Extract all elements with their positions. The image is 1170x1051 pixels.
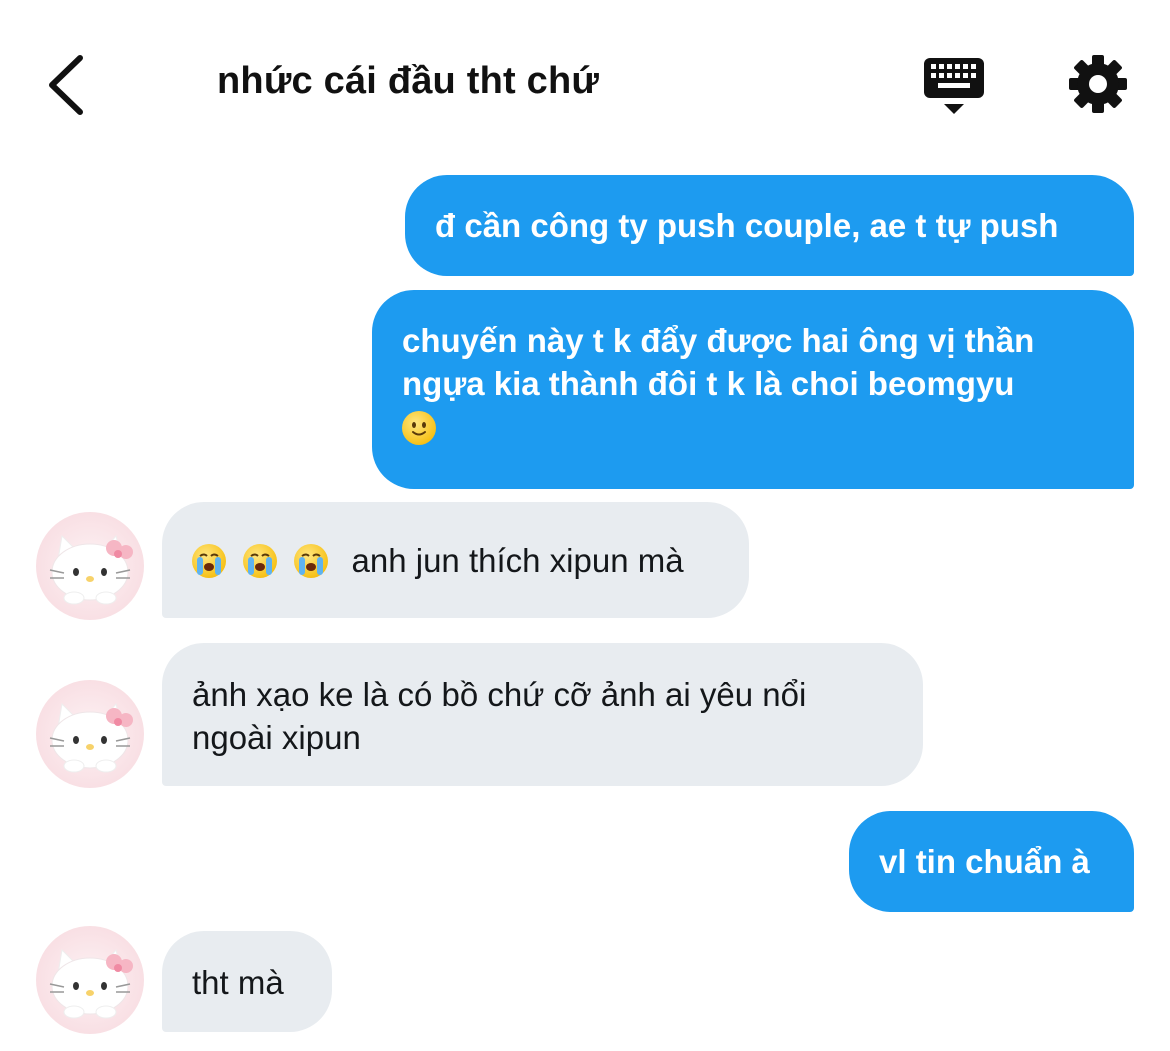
conversation-header: nhức cái đầu tht chứ [0, 0, 1170, 150]
hello-kitty-avatar-icon [49, 948, 133, 1019]
back-button[interactable] [40, 50, 96, 120]
gear-icon [1069, 55, 1127, 113]
message-text: chuyến này t k đẩy được hai ông vị thần … [402, 322, 1044, 402]
keyboard-icon [924, 58, 984, 114]
hello-kitty-avatar-icon [49, 534, 133, 605]
message-bubble-sent[interactable]: chuyến này t k đẩy được hai ông vị thần … [372, 290, 1134, 489]
avatar[interactable] [36, 680, 144, 788]
message-bubble-received[interactable]: anh jun thích xipun mà [162, 502, 749, 618]
avatar[interactable] [36, 512, 144, 620]
message-bubble-sent[interactable]: vl tin chuẩn à [849, 811, 1134, 912]
settings-button[interactable] [1066, 52, 1130, 116]
message-text: đ cần công ty push couple, ae t tự push [435, 207, 1059, 244]
loudly-crying-face-emoji [243, 544, 278, 578]
message-bubble-received[interactable]: tht mà [162, 931, 332, 1032]
keyboard-button[interactable] [918, 52, 990, 120]
message-bubble-received[interactable]: ảnh xạo ke là có bồ chứ cỡ ảnh ai yêu nổ… [162, 643, 923, 786]
avatar[interactable] [36, 926, 144, 1034]
slightly-smiling-face-emoji [402, 411, 436, 445]
hello-kitty-avatar-icon [49, 702, 133, 773]
message-text: ảnh xạo ke là có bồ chứ cỡ ảnh ai yêu nổ… [192, 676, 816, 756]
loudly-crying-face-emoji [294, 544, 329, 578]
conversation-title[interactable]: nhức cái đầu tht chứ [217, 60, 599, 103]
message-text: tht mà [192, 964, 284, 1001]
loudly-crying-face-emoji [192, 544, 226, 578]
message-bubble-sent[interactable]: đ cần công ty push couple, ae t tự push [405, 175, 1134, 276]
message-text: vl tin chuẩn à [879, 843, 1090, 880]
message-text: anh jun thích xipun mà [351, 542, 684, 579]
chevron-left-icon [49, 55, 83, 115]
